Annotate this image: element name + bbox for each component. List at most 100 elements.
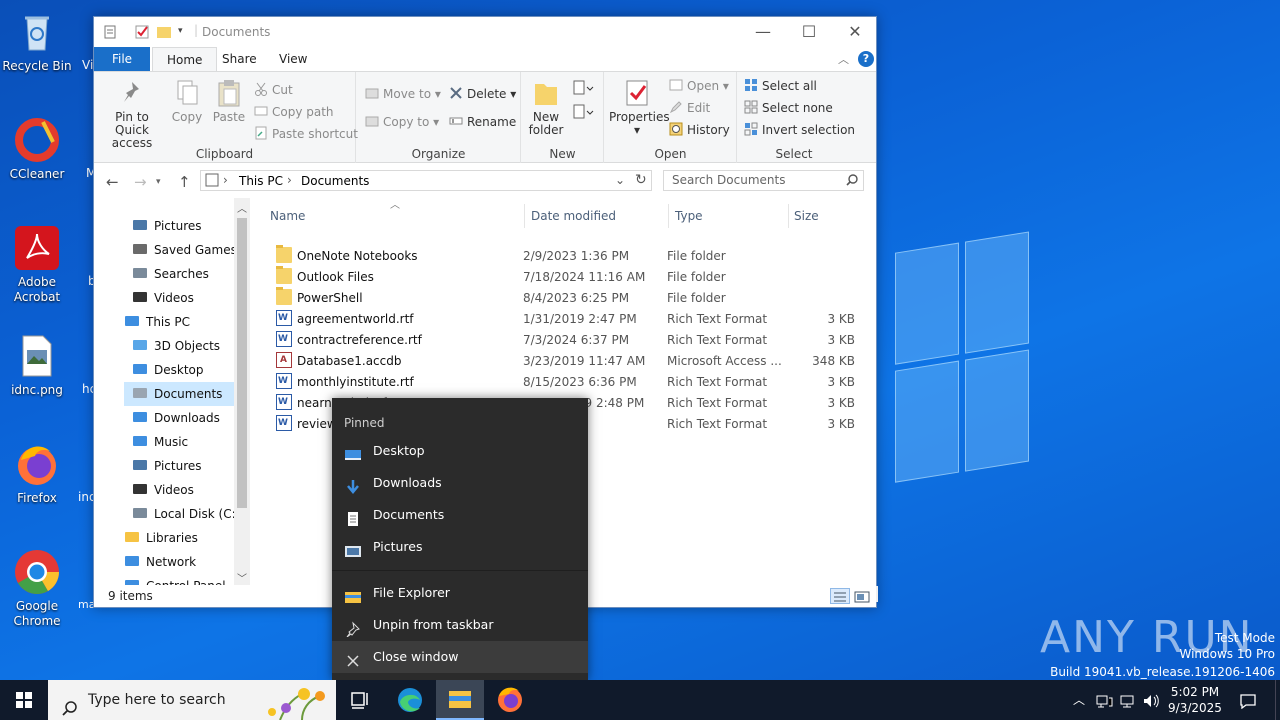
column-date-modified[interactable]: Date modified	[531, 204, 616, 228]
nav-item-3d-objects[interactable]: 3D Objects	[124, 334, 234, 358]
address-dropdown-icon[interactable]: ⌄	[615, 173, 625, 187]
desktop-icon-recycle-bin[interactable]: Recycle Bin	[0, 8, 74, 74]
column-separator[interactable]	[788, 204, 789, 228]
nav-item-pictures[interactable]: Pictures	[124, 454, 234, 478]
nav-item-libraries[interactable]: Libraries	[116, 526, 234, 550]
nav-item-videos[interactable]: Videos	[124, 478, 234, 502]
back-button[interactable]: ←	[106, 173, 119, 191]
taskbar-file-explorer[interactable]	[436, 680, 484, 720]
large-icons-view-icon[interactable]	[854, 589, 870, 603]
copy-button[interactable]: Copy	[168, 78, 206, 124]
search-icon[interactable]	[846, 174, 858, 186]
nav-item-local-disk-c[interactable]: Local Disk (C:)	[124, 502, 240, 526]
jump-item-desktop[interactable]: Desktop	[332, 435, 588, 467]
column-size[interactable]: Size	[794, 204, 819, 228]
column-separator[interactable]	[524, 204, 525, 228]
properties-quick-icon[interactable]	[102, 24, 118, 40]
title-bar[interactable]: ▾ | Documents — ☐ ✕	[94, 17, 876, 47]
invert-selection-button[interactable]: Invert selection	[744, 120, 855, 140]
network-icon[interactable]	[1116, 680, 1138, 720]
search-input[interactable]: Search Documents	[663, 170, 864, 191]
file-row[interactable]: OneNote Notebooks 2/9/2023 1:36 PM File fo…	[266, 245, 866, 267]
jump-item-downloads[interactable]: Downloads	[332, 467, 588, 499]
close-button[interactable]: ✕	[832, 17, 878, 47]
nav-item-desktop[interactable]: Desktop	[124, 358, 234, 382]
scroll-thumb[interactable]	[237, 218, 247, 508]
jump-item-file-explorer[interactable]: File Explorer	[332, 577, 588, 609]
nav-item-searches[interactable]: Searches	[124, 262, 234, 286]
maximize-button[interactable]: ☐	[786, 17, 832, 47]
minimize-button[interactable]: —	[740, 17, 786, 47]
nav-item-downloads[interactable]: Downloads	[124, 406, 234, 430]
help-icon[interactable]: ?	[858, 51, 874, 67]
column-separator[interactable]	[668, 204, 669, 228]
new-folder-quick-icon[interactable]	[156, 24, 172, 40]
copy-path-button[interactable]: Copy path	[254, 102, 334, 122]
taskbar-edge[interactable]	[386, 680, 434, 720]
up-button[interactable]: ↑	[178, 173, 191, 191]
column-type[interactable]: Type	[675, 204, 703, 228]
delete-button[interactable]: Delete ▾	[449, 84, 516, 104]
paste-shortcut-button[interactable]: Paste shortcut	[254, 124, 358, 144]
desktop-icon-firefox[interactable]: Firefox	[0, 440, 74, 506]
nav-item-videos[interactable]: Videos	[124, 286, 234, 310]
select-none-button[interactable]: Select none	[744, 98, 833, 118]
file-row[interactable]: Database1.accdb 3/23/2019 11:47 AM Microso…	[266, 350, 866, 372]
desktop-icon-google-chrome[interactable]: Google Chrome	[0, 548, 74, 629]
clock[interactable]: 5:02 PM 9/3/2025	[1166, 680, 1224, 720]
forward-button[interactable]: →	[134, 173, 147, 191]
file-row[interactable]: monthlyinstitute.rtf 8/15/2023 6:36 PM Ric…	[266, 371, 866, 393]
jump-item-close-window[interactable]: Close window	[332, 641, 588, 673]
network-status-icon[interactable]	[1094, 680, 1114, 720]
cut-button[interactable]: Cut	[254, 80, 293, 100]
refresh-button[interactable]: ↻	[635, 172, 647, 188]
tab-file[interactable]: File	[94, 47, 150, 71]
recent-locations-icon[interactable]: ▾	[156, 177, 161, 187]
rename-button[interactable]: Rename	[449, 112, 516, 132]
nav-item-pictures[interactable]: Pictures	[124, 214, 234, 238]
properties-button[interactable]: Properties ▾	[609, 78, 670, 137]
file-row[interactable]: PowerShell 8/4/2023 6:25 PM File folder	[266, 287, 866, 309]
notifications-button[interactable]	[1232, 680, 1264, 720]
column-name[interactable]: Name	[270, 204, 305, 228]
task-view-button[interactable]	[336, 680, 384, 720]
breadcrumb-documents[interactable]: Documents	[301, 174, 369, 188]
quick-access-dropdown-icon[interactable]: ▾	[178, 26, 183, 36]
easy-access-icon[interactable]	[572, 104, 594, 120]
desktop-icon-idnc-png[interactable]: idnc.png	[0, 332, 74, 398]
history-button[interactable]: History	[669, 120, 730, 140]
tab-view[interactable]: View	[265, 47, 321, 71]
new-folder-button[interactable]: New folder	[526, 78, 566, 137]
file-row[interactable]: Outlook Files 7/18/2024 11:16 AM File fold…	[266, 266, 866, 288]
jump-item-pictures[interactable]: Pictures	[332, 531, 588, 563]
show-hidden-icons-button[interactable]: ︿	[1070, 680, 1088, 720]
nav-item-saved-games[interactable]: Saved Games	[124, 238, 237, 262]
start-button[interactable]	[0, 680, 48, 720]
file-row[interactable]: agreementworld.rtf 1/31/2019 2:47 PM Rich …	[266, 308, 866, 330]
address-bar[interactable]: › This PC › Documents ⌄	[200, 170, 652, 191]
nav-item-documents[interactable]: Documents	[124, 382, 234, 406]
select-all-button[interactable]: Select all	[744, 76, 817, 96]
nav-item-network[interactable]: Network	[116, 550, 234, 574]
copy-to-button[interactable]: Copy to ▾	[365, 112, 439, 132]
file-row[interactable]: contractreference.rtf 7/3/2024 6:37 PM Ric…	[266, 329, 866, 351]
scroll-down-icon[interactable]: ﹀	[237, 570, 247, 585]
pin-to-quick-access-button[interactable]: Pin to Quick access	[98, 78, 166, 150]
edit-button[interactable]: Edit	[669, 98, 710, 118]
tab-share[interactable]: Share	[208, 47, 271, 71]
volume-icon[interactable]	[1140, 680, 1162, 720]
checkmark-quick-icon[interactable]	[134, 24, 150, 40]
jump-item-documents[interactable]: Documents	[332, 499, 588, 531]
move-to-button[interactable]: Move to ▾	[365, 84, 441, 104]
breadcrumb-this-pc[interactable]: This PC	[239, 174, 283, 188]
open-button[interactable]: Open ▾	[669, 76, 729, 96]
scroll-up-icon[interactable]: ︿	[237, 200, 247, 215]
nav-item-music[interactable]: Music	[124, 430, 234, 454]
jump-item-unpin[interactable]: Unpin from taskbar	[332, 609, 588, 641]
taskbar-firefox[interactable]	[486, 680, 534, 720]
desktop-icon-adobe-acrobat[interactable]: Adobe Acrobat	[0, 224, 74, 305]
taskbar-search-box[interactable]: Type here to search	[48, 680, 336, 720]
show-desktop-button[interactable]	[1275, 680, 1280, 720]
collapse-ribbon-icon[interactable]: ︿	[838, 51, 849, 67]
nav-item-this-pc[interactable]: This PC	[116, 310, 234, 334]
